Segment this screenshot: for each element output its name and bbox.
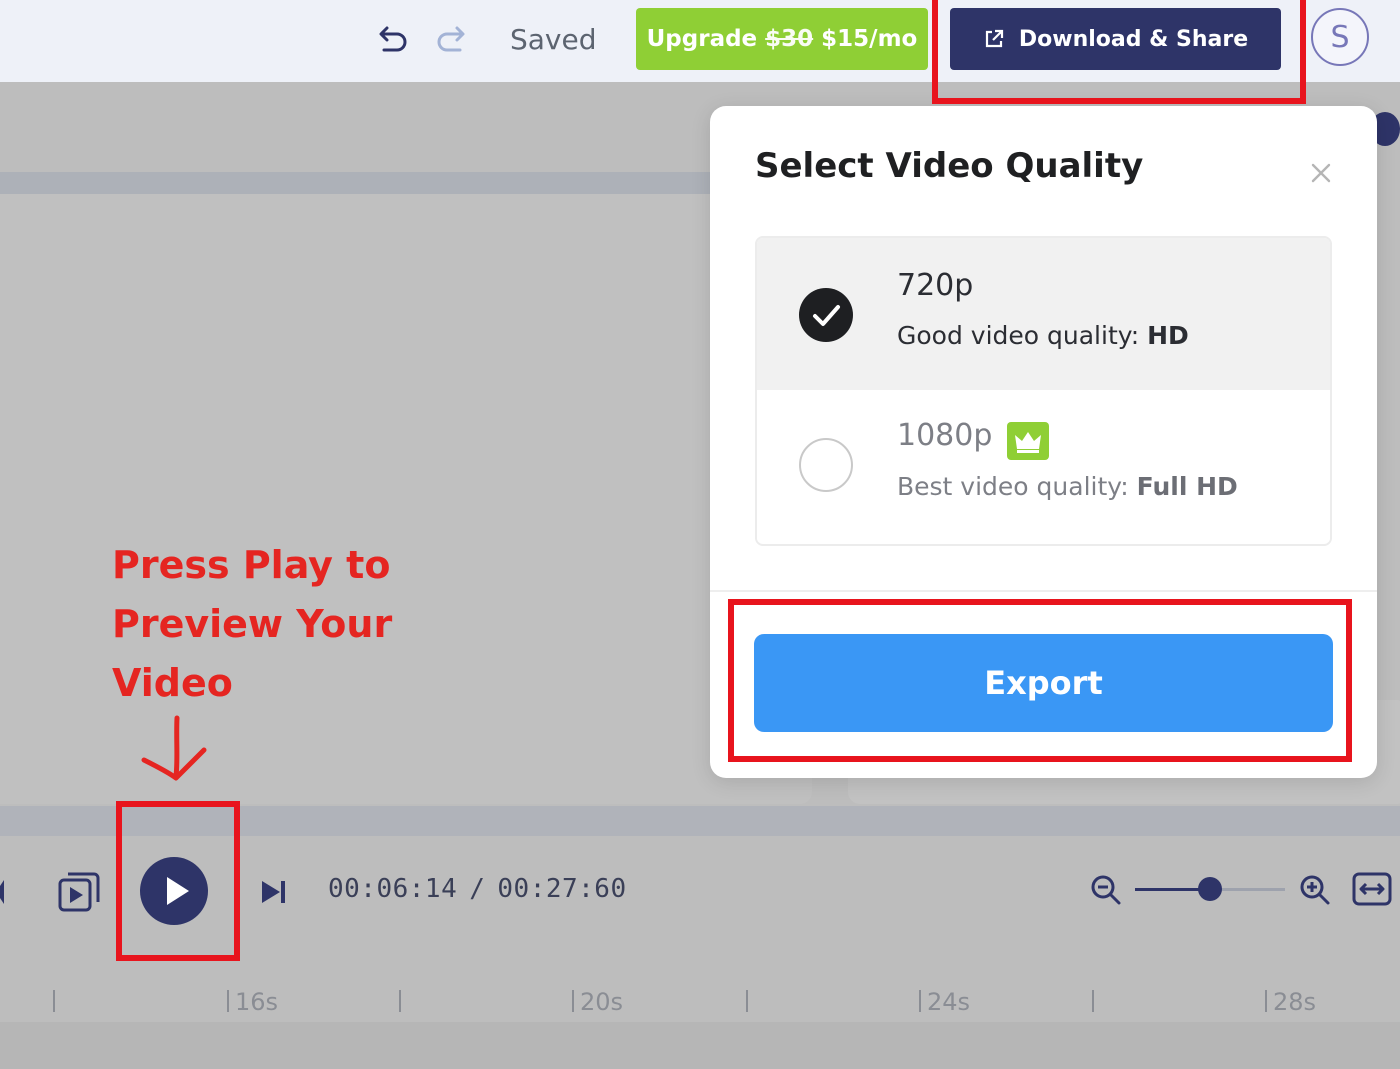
background-strip (0, 172, 712, 194)
bottom-track (0, 1022, 1400, 1069)
modal-title: Select Video Quality (755, 146, 1144, 186)
avatar[interactable]: S (1311, 8, 1369, 66)
ruler-tick (227, 990, 229, 1012)
option-1080p[interactable]: 1080p Best video quality: Full HD (757, 390, 1330, 542)
annotation-line: Press Play to (112, 543, 391, 587)
ruler-label: 28s (1273, 988, 1317, 1016)
ruler-tick (572, 990, 574, 1012)
ruler-tick (399, 990, 401, 1012)
quality-options: 720p Good video quality: HD 1080p Best v… (755, 236, 1332, 546)
fit-width-icon[interactable] (1352, 872, 1392, 906)
option-title: 1080p (897, 418, 993, 453)
option-desc-bold: HD (1147, 321, 1189, 350)
ruler-tick (1265, 990, 1267, 1012)
option-description: Best video quality: Full HD (897, 472, 1238, 501)
total-time: 00:27:60 (497, 874, 627, 904)
ruler-tick (53, 990, 55, 1012)
ruler-label: 16s (235, 988, 279, 1016)
zoom-slider-knob[interactable] (1198, 877, 1222, 901)
annotation-line: Preview Your (112, 602, 393, 646)
check-icon (813, 305, 840, 326)
annotation-text: Press Play to Preview Your Video (112, 536, 442, 713)
radio-checked[interactable] (799, 288, 853, 342)
ruler-label: 24s (927, 988, 971, 1016)
zoom-slider[interactable] (1135, 877, 1285, 901)
highlight-download-box (932, 0, 1306, 104)
upgrade-new-price: $15/mo (821, 26, 918, 52)
crown-icon (1015, 432, 1041, 453)
ruler-label: 20s (580, 988, 624, 1016)
highlight-play-box (116, 801, 240, 961)
preview-mode-icon[interactable] (56, 868, 104, 914)
option-desc-bold: Full HD (1136, 472, 1238, 501)
annotation-line: Video (112, 661, 233, 705)
option-description: Good video quality: HD (897, 321, 1189, 350)
ruler-tick (746, 990, 748, 1012)
time-separator: / (469, 874, 486, 904)
redo-icon[interactable] (432, 20, 472, 60)
highlight-export-box (728, 599, 1352, 762)
ruler-tick (919, 990, 921, 1012)
zoom-out-icon[interactable] (1090, 874, 1122, 906)
zoom-in-icon[interactable] (1299, 874, 1331, 906)
rewind-icon[interactable] (0, 880, 6, 904)
undo-icon[interactable] (372, 20, 412, 60)
upgrade-label: Upgrade (646, 26, 758, 52)
saved-status: Saved (510, 23, 597, 56)
premium-badge (1007, 422, 1049, 460)
radio-unchecked[interactable] (799, 438, 853, 492)
arrow-down-icon (141, 715, 207, 781)
upgrade-old-price: $30 (765, 26, 814, 52)
ruler-tick (1092, 990, 1094, 1012)
option-desc-text: Best video quality: (897, 472, 1137, 501)
option-720p[interactable]: 720p Good video quality: HD (757, 238, 1330, 390)
modal-divider (710, 590, 1377, 592)
current-time: 00:06:14 (328, 874, 458, 904)
option-title: 720p (897, 268, 974, 303)
close-icon[interactable] (1310, 162, 1332, 184)
upgrade-button[interactable]: Upgrade $30 $15/mo (636, 8, 928, 70)
skip-forward-icon[interactable] (260, 878, 288, 906)
time-display: 00:06:14 / 00:27:60 (328, 874, 627, 904)
option-desc-text: Good video quality: (897, 321, 1148, 350)
